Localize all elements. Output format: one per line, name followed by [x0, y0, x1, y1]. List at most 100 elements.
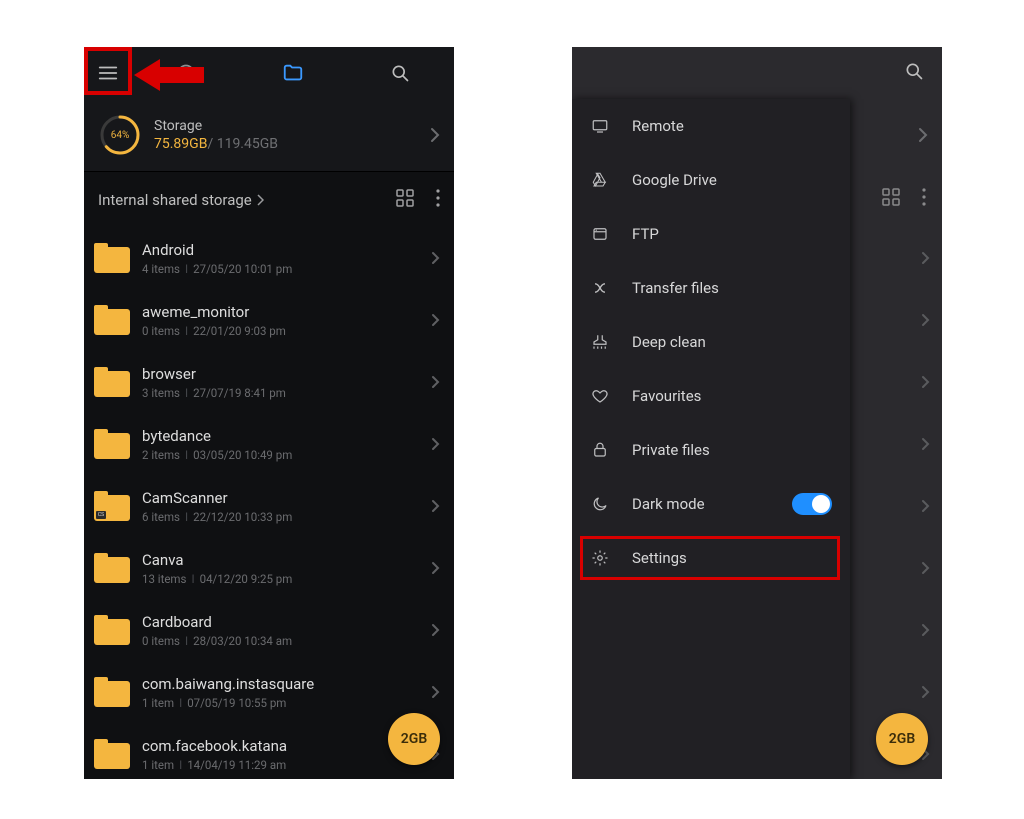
clean-icon [590, 332, 610, 352]
storage-used: 75.89GB [154, 136, 207, 152]
chevron-right-icon [918, 127, 928, 143]
drawer-item-deepclean[interactable]: Deep clean [572, 315, 850, 369]
file-meta: 2 itemsI03/05/20 10:49 pm [142, 448, 423, 462]
folder-icon [94, 243, 130, 273]
drawer-item-label: FTP [632, 225, 659, 243]
chevron-right-icon [431, 561, 440, 575]
fab-label: 2GB [889, 731, 915, 747]
folder-icon [94, 615, 130, 645]
drawer-item-gdrive[interactable]: Google Drive [572, 153, 850, 207]
drawer-item-private[interactable]: Private files [572, 423, 850, 477]
hamburger-icon[interactable] [97, 62, 119, 84]
transfer-icon [590, 278, 610, 298]
chevron-right-icon [431, 685, 440, 699]
file-meta: 6 itemsI22/12/20 10:33 pm [142, 510, 423, 524]
file-meta: 0 itemsI22/01/20 9:03 pm [142, 324, 423, 338]
folder-icon [94, 739, 130, 769]
storage-ring-icon: 64% [98, 113, 142, 157]
file-row[interactable]: Android 4 itemsI27/05/20 10:01 pm [84, 227, 454, 289]
folder-icon [94, 677, 130, 707]
top-bar [572, 47, 942, 99]
heart-icon [590, 386, 610, 406]
drawer-item-settings[interactable]: Settings [572, 531, 850, 585]
chevron-right-icon [431, 375, 440, 389]
folder-icon [94, 367, 130, 397]
grid-view-icon[interactable] [882, 188, 900, 210]
left-screenshot: 64% Storage 75.89GB/ 119.45GB Internal s… [84, 47, 454, 779]
drawer-item-label: Private files [632, 441, 710, 459]
drawer-item-label: Google Drive [632, 171, 717, 189]
chevron-right-icon [431, 251, 440, 265]
file-name: Cardboard [142, 613, 423, 631]
folder-icon [94, 305, 130, 335]
file-name: Canva [142, 551, 423, 569]
storage-percent: 64% [111, 130, 130, 141]
drawer-item-remote[interactable]: Remote [572, 99, 850, 153]
file-row[interactable]: Cardboard0 itemsI28/03/20 10:34 am [84, 599, 454, 661]
search-icon[interactable] [390, 63, 410, 83]
drawer-item-label: Dark mode [632, 495, 705, 513]
chevron-right-icon [431, 313, 440, 327]
file-name: aweme_monitor [142, 303, 423, 321]
file-name: com.baiwang.instasquare [142, 675, 423, 693]
more-vert-icon[interactable] [436, 189, 440, 211]
storage-summary-row[interactable]: 64% Storage 75.89GB/ 119.45GB [84, 99, 454, 171]
chevron-right-icon [431, 437, 440, 451]
folder-tab-icon[interactable] [282, 62, 304, 84]
storage-total: 119.45GB [217, 136, 278, 152]
chevron-right-icon [850, 413, 930, 475]
chevron-right-icon [430, 127, 440, 143]
storage-separator: / [207, 136, 213, 152]
grid-view-icon[interactable] [396, 189, 414, 211]
ftp-icon [590, 224, 610, 244]
right-screenshot: Remote Google Drive FTP Transfer files Deep … [572, 47, 942, 779]
file-name: bytedance [142, 427, 423, 445]
chevron-right-icon [850, 661, 930, 723]
cleanup-fab[interactable]: 2GB [388, 713, 440, 765]
chevron-right-icon [850, 227, 930, 289]
gear-icon [590, 548, 610, 568]
chevron-right-icon [850, 289, 930, 351]
remote-icon [590, 116, 610, 136]
chevron-right-icon [431, 623, 440, 637]
file-row[interactable]: CSCamScanner6 itemsI22/12/20 10:33 pm [84, 475, 454, 537]
file-meta: 1 itemI07/05/19 10:55 pm [142, 696, 423, 710]
file-name: Android [142, 241, 423, 259]
file-meta: 4 itemsI27/05/20 10:01 pm [142, 262, 423, 276]
breadcrumb-label[interactable]: Internal shared storage [98, 191, 252, 209]
chevron-right-icon [850, 351, 930, 413]
drawer-item-darkmode[interactable]: Dark mode [572, 477, 850, 531]
lock-icon [590, 440, 610, 460]
navigation-drawer: Remote Google Drive FTP Transfer files Deep … [572, 99, 850, 779]
file-list: Android 4 itemsI27/05/20 10:01 pm aweme_mo… [84, 227, 454, 779]
moon-icon [590, 494, 610, 514]
gdrive-icon [590, 170, 610, 190]
file-row[interactable]: browser3 itemsI27/07/19 8:41 pm [84, 351, 454, 413]
more-vert-icon[interactable] [922, 188, 926, 210]
storage-title: Storage [154, 118, 278, 134]
file-row[interactable]: bytedance 2 itemsI03/05/20 10:49 pm [84, 413, 454, 475]
chevron-right-icon [850, 475, 930, 537]
file-row[interactable]: Canva 13 itemsI04/12/20 9:25 pm [84, 537, 454, 599]
search-icon[interactable] [904, 61, 924, 85]
chevron-right-icon [431, 499, 440, 513]
chevron-right-icon [850, 599, 930, 661]
dark-mode-toggle[interactable] [792, 493, 832, 515]
cleanup-fab[interactable]: 2GB [876, 713, 928, 765]
file-row[interactable]: com.baiwang.instasquare 1 itemI07/05/19 1… [84, 661, 454, 723]
drawer-item-favourites[interactable]: Favourites [572, 369, 850, 423]
drawer-item-label: Transfer files [632, 279, 719, 297]
recent-icon[interactable] [176, 63, 196, 83]
drawer-item-label: Remote [632, 117, 684, 135]
chevron-right-icon [256, 194, 264, 206]
top-bar [84, 47, 454, 99]
file-row[interactable]: aweme_monitor 0 itemsI22/01/20 9:03 pm [84, 289, 454, 351]
drawer-item-label: Settings [632, 549, 687, 567]
breadcrumb-bar: Internal shared storage [84, 171, 454, 227]
folder-icon: CS [94, 491, 130, 521]
drawer-item-label: Deep clean [632, 333, 706, 351]
drawer-item-ftp[interactable]: FTP [572, 207, 850, 261]
background-file-list [850, 99, 942, 779]
drawer-item-transfer[interactable]: Transfer files [572, 261, 850, 315]
file-meta: 13 itemsI04/12/20 9:25 pm [142, 572, 423, 586]
